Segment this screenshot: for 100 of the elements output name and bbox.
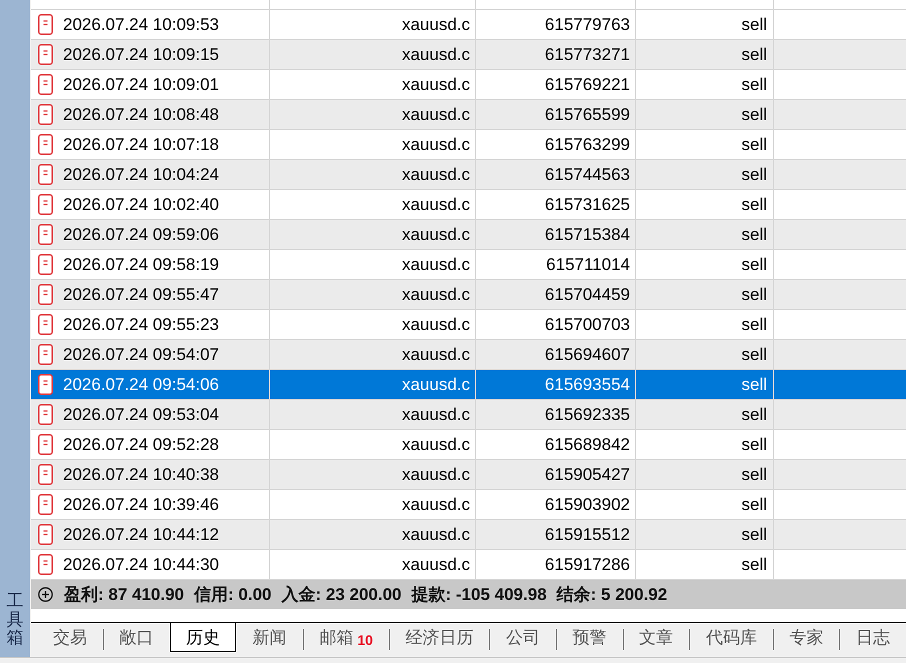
table-cell: xauusd.c	[270, 340, 476, 369]
summary-figure: 结余: 5 200.92	[556, 584, 668, 606]
tab[interactable]: 交易	[37, 623, 103, 652]
table-cell: 615763299	[476, 130, 636, 159]
table-cell: xauusd.c	[270, 280, 476, 309]
table-cell: xauusd.c	[270, 250, 476, 279]
history-row[interactable]: 2026.07.24 10:02:40 xauusd.c 615731625 sell	[31, 190, 906, 220]
history-row[interactable]: 2026.07.24 10:09:15 xauusd.c 615773271 sell	[31, 40, 906, 70]
tab[interactable]: 日志	[840, 623, 906, 652]
table-cell: 615693554	[476, 370, 636, 399]
document-icon	[38, 104, 53, 125]
summary-figure: 提款: -105 409.98	[412, 584, 547, 606]
tab[interactable]: 预警	[556, 623, 623, 652]
history-row[interactable]: 2026.07.24 09:54:06 xauusd.c 615693554 sell	[31, 370, 906, 400]
table-cell: xauusd.c	[270, 430, 476, 459]
expand-icon[interactable]	[38, 587, 53, 602]
table-cell: sell	[636, 460, 774, 489]
summary-figure: 入金: 23 200.00	[282, 584, 402, 606]
table-cell: xauusd.c	[270, 70, 476, 99]
table-cell: sell	[636, 520, 774, 549]
document-icon	[38, 284, 53, 305]
document-icon	[38, 14, 53, 35]
table-cell: sell	[636, 10, 774, 39]
summary-figure: 信用: 0.00	[194, 584, 272, 606]
table-cell: sell	[636, 130, 774, 159]
document-icon	[38, 164, 53, 185]
table-cell: 615905427	[476, 460, 636, 489]
table-cell: 2026.07.24 09:55:47	[63, 284, 219, 304]
table-cell: sell	[636, 70, 774, 99]
table-cell: 2026.07.24 10:02:40	[63, 194, 219, 214]
history-row[interactable]: 2026.07.24 09:58:19 xauusd.c 615711014 sell	[31, 250, 906, 280]
table-cell: xauusd.c	[270, 310, 476, 339]
table-cell: sell	[636, 100, 774, 129]
table-cell: 2026.07.24 10:09:53	[63, 14, 219, 34]
table-cell: 2026.07.24 09:54:06	[63, 374, 219, 394]
table-cell: 615915512	[476, 520, 636, 549]
table-cell: 615744563	[476, 160, 636, 189]
document-icon	[38, 524, 53, 545]
table-cell: xauusd.c	[270, 490, 476, 519]
table-cell: xauusd.c	[270, 460, 476, 489]
table-cell: 615704459	[476, 280, 636, 309]
table-cell: 2026.07.24 10:07:18	[63, 134, 219, 154]
history-row[interactable]: 2026.07.24 09:59:06 xauusd.c 615715384 sell	[31, 220, 906, 250]
table-cell: 615773271	[476, 40, 636, 69]
table-cell: sell	[636, 220, 774, 249]
history-row[interactable]: 2026.07.24 10:09:53 xauusd.c 615779763 sell	[31, 10, 906, 40]
document-icon	[38, 554, 53, 575]
history-row[interactable]: 2026.07.24 09:53:04 xauusd.c 615692335 sell	[31, 400, 906, 430]
table-cell: 615765599	[476, 100, 636, 129]
table-cell: sell	[636, 400, 774, 429]
document-icon	[38, 194, 53, 215]
table-cell: 2026.07.24 10:04:24	[63, 164, 219, 184]
table-cell: 2026.07.24 09:52:28	[63, 434, 219, 454]
table-cell: 2026.07.24 10:44:12	[63, 524, 219, 544]
table-cell: 2026.07.24 09:58:19	[63, 254, 219, 274]
tab[interactable]: 历史	[170, 623, 236, 652]
history-row[interactable]: 2026.07.24 10:04:24 xauusd.c 615744563 sell	[31, 160, 906, 190]
table-cell: xauusd.c	[270, 40, 476, 69]
tab[interactable]: 专家	[773, 623, 840, 652]
tab[interactable]: 敞口	[104, 623, 170, 652]
document-icon	[38, 314, 53, 335]
document-icon	[38, 134, 53, 155]
table-cell: sell	[636, 430, 774, 459]
document-icon	[38, 434, 53, 455]
history-row[interactable]: 2026.07.24 10:44:30 xauusd.c 615917286 sell	[31, 550, 906, 580]
document-icon	[38, 224, 53, 245]
history-row[interactable]: 2026.07.24 10:07:18 xauusd.c 615763299 sell	[31, 130, 906, 160]
history-row[interactable]: 2026.07.24 10:09:01 xauusd.c 615769221 sell	[31, 70, 906, 100]
history-row[interactable]: 2026.07.24 09:55:47 xauusd.c 615704459 sell	[31, 280, 906, 310]
history-row[interactable]: 2026.07.24 10:44:12 xauusd.c 615915512 sell	[31, 520, 906, 550]
document-icon	[38, 374, 53, 395]
table-cell: 2026.07.24 10:44:30	[63, 554, 219, 574]
table-cell: 2026.07.24 09:59:06	[63, 224, 219, 244]
table-cell: 615779763	[476, 10, 636, 39]
tab[interactable]: 邮箱 10	[303, 623, 389, 652]
table-cell: 2026.07.24 10:09:01	[63, 74, 219, 94]
tab[interactable]: 公司	[490, 623, 556, 652]
table-cell: 615692335	[476, 400, 636, 429]
table-cell: 2026.07.24 10:40:38	[63, 464, 219, 484]
history-row[interactable]: 2026.07.24 10:08:48 xauusd.c 615765599 sell	[31, 100, 906, 130]
table-cell: xauusd.c	[270, 100, 476, 129]
table-cell: sell	[636, 250, 774, 279]
table-cell: 615731625	[476, 190, 636, 219]
history-row[interactable]: 2026.07.24 10:39:46 xauusd.c 615903902 sell	[31, 490, 906, 520]
history-row[interactable]: 2026.07.24 10:40:38 xauusd.c 615905427 sell	[31, 460, 906, 490]
table-cell: xauusd.c	[270, 190, 476, 219]
table-cell: sell	[636, 40, 774, 69]
table-cell: sell	[636, 370, 774, 399]
table-cell: 2026.07.24 10:08:48	[63, 104, 219, 124]
history-row[interactable]: 2026.07.24 09:54:07 xauusd.c 615694607 sell	[31, 340, 906, 370]
tab[interactable]: 文章	[623, 623, 690, 652]
tab[interactable]: 代码库	[690, 623, 773, 652]
table-cell: xauusd.c	[270, 550, 476, 579]
tab[interactable]: 新闻	[236, 623, 303, 652]
tab[interactable]: 经济日历	[389, 623, 490, 652]
history-row[interactable]: 2026.07.24 09:55:23 xauusd.c 615700703 sell	[31, 310, 906, 340]
history-row[interactable]: 2026.07.24 09:52:28 xauusd.c 615689842 sell	[31, 430, 906, 460]
table-cell: 615689842	[476, 430, 636, 459]
table-cell: sell	[636, 550, 774, 579]
table-cell: 2026.07.24 10:39:46	[63, 494, 219, 514]
